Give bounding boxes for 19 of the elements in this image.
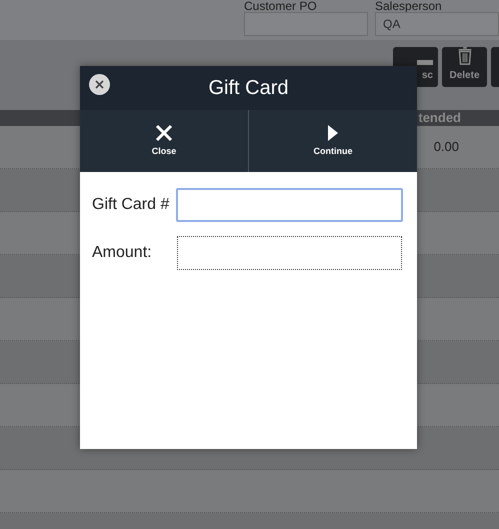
field-label: Customer PO (244, 0, 318, 12)
text-field[interactable]: QA (375, 12, 499, 36)
close-icon (155, 124, 173, 142)
table-cell-text: 0.00 (434, 138, 459, 156)
close-icon (95, 80, 104, 89)
minus-icon (417, 60, 433, 65)
toolbar-button[interactable]: Delete (442, 47, 487, 87)
play-icon (327, 124, 339, 142)
trash-icon (456, 47, 472, 65)
field-label: Gift Card # (92, 195, 170, 215)
close-button[interactable] (89, 74, 110, 95)
input-field[interactable] (177, 236, 402, 270)
field-label: Amount: (92, 243, 153, 263)
column-header: tended (418, 110, 461, 126)
action-button[interactable]: Continue (248, 110, 417, 172)
text-field[interactable] (244, 12, 368, 36)
dialog-title: Gift Card (208, 76, 289, 101)
input-field[interactable] (176, 188, 403, 222)
action-button[interactable]: Close (80, 110, 248, 172)
